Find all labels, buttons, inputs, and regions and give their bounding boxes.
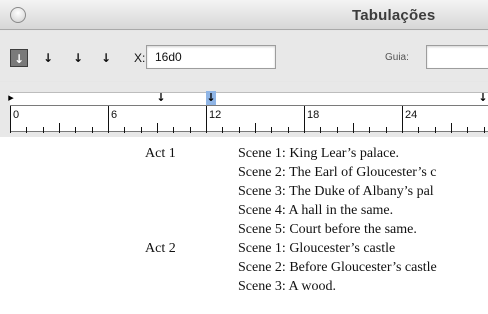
- list-item: Scene 5: Court before the same.: [0, 222, 488, 240]
- left-justified-tab-icon: ↓: [13, 52, 25, 66]
- act-label: Act 2: [145, 241, 176, 256]
- indent-marker-icon[interactable]: ▸: [6, 91, 16, 106]
- ruler-tick-label: 0: [13, 109, 19, 121]
- align-to-decimal-tab-icon: ↓: [100, 51, 112, 65]
- tab-stop-marker-icon[interactable]: ↓: [156, 91, 166, 106]
- list-item: Scene 2: The Earl of Gloucester’s c: [0, 165, 488, 183]
- list-item: Scene 3: The Duke of Albany’s pal: [0, 184, 488, 202]
- center-justified-tab-button[interactable]: ↓: [39, 49, 57, 67]
- scene-label: Scene 4: A hall in the same.: [238, 203, 394, 218]
- scene-label: Scene 1: King Lear’s palace.: [238, 146, 400, 161]
- scene-label: Scene 2: Before Gloucester’s castle: [238, 260, 437, 275]
- x-position-label: X:: [134, 51, 146, 65]
- list-item: Scene 3: A wood.: [0, 279, 488, 297]
- scene-label: Scene 5: Court before the same.: [238, 222, 417, 237]
- ruler[interactable]: 0 6 12 18 24: [10, 105, 488, 133]
- close-icon[interactable]: [10, 7, 26, 23]
- list-item: Scene 2: Before Gloucester’s castle: [0, 260, 488, 278]
- left-justified-tab-button[interactable]: ↓: [10, 49, 28, 67]
- tabs-panel: Tabulações ↓ ↓ ↓ ↓ X: 16d0 Guia: ▸ ↓ ↓ ↓: [0, 0, 488, 137]
- scene-label: Scene 1: Gloucester’s castle: [238, 241, 396, 256]
- act-label: Act 1: [145, 146, 176, 161]
- tab-stop-marker-icon[interactable]: ↓: [478, 91, 488, 106]
- list-item: Act 2 Scene 1: Gloucester’s castle: [0, 241, 488, 259]
- guide-input[interactable]: [426, 45, 488, 69]
- ruler-tick-label: 12: [209, 109, 221, 121]
- scene-label: Scene 3: The Duke of Albany’s pal: [238, 184, 434, 199]
- scene-label: Scene 2: The Earl of Gloucester’s c: [238, 165, 437, 180]
- title-bar: Tabulações: [0, 0, 488, 30]
- document-text: Act 1 Scene 1: King Lear’s palace. Scene…: [0, 137, 488, 314]
- panel-title: Tabulações: [352, 7, 436, 24]
- ruler-tick-label: 18: [307, 109, 319, 121]
- ruler-tick-label: 24: [405, 109, 417, 121]
- tab-toolbar: ↓ ↓ ↓ ↓ X: 16d0 Guia:: [0, 31, 488, 81]
- x-position-input[interactable]: 16d0: [146, 45, 276, 69]
- right-justified-tab-button[interactable]: ↓: [69, 49, 87, 67]
- tab-stop-track[interactable]: ▸ ↓ ↓ ↓: [8, 91, 488, 106]
- selected-tab-stop-marker-icon[interactable]: ↓: [206, 91, 216, 106]
- list-item: Scene 4: A hall in the same.: [0, 203, 488, 221]
- right-justified-tab-icon: ↓: [72, 51, 84, 65]
- align-to-decimal-tab-button[interactable]: ↓: [97, 49, 115, 67]
- ruler-tick-label: 6: [111, 109, 117, 121]
- center-justified-tab-icon: ↓: [42, 51, 54, 65]
- list-item: Act 1 Scene 1: King Lear’s palace.: [0, 146, 488, 164]
- ruler-scale: 0 6 12 18 24: [10, 106, 485, 133]
- scene-label: Scene 3: A wood.: [238, 279, 336, 294]
- tab-ruler-area: ▸ ↓ ↓ ↓ 0 6 12 18 24: [0, 82, 488, 137]
- guide-label: Guia:: [385, 52, 409, 63]
